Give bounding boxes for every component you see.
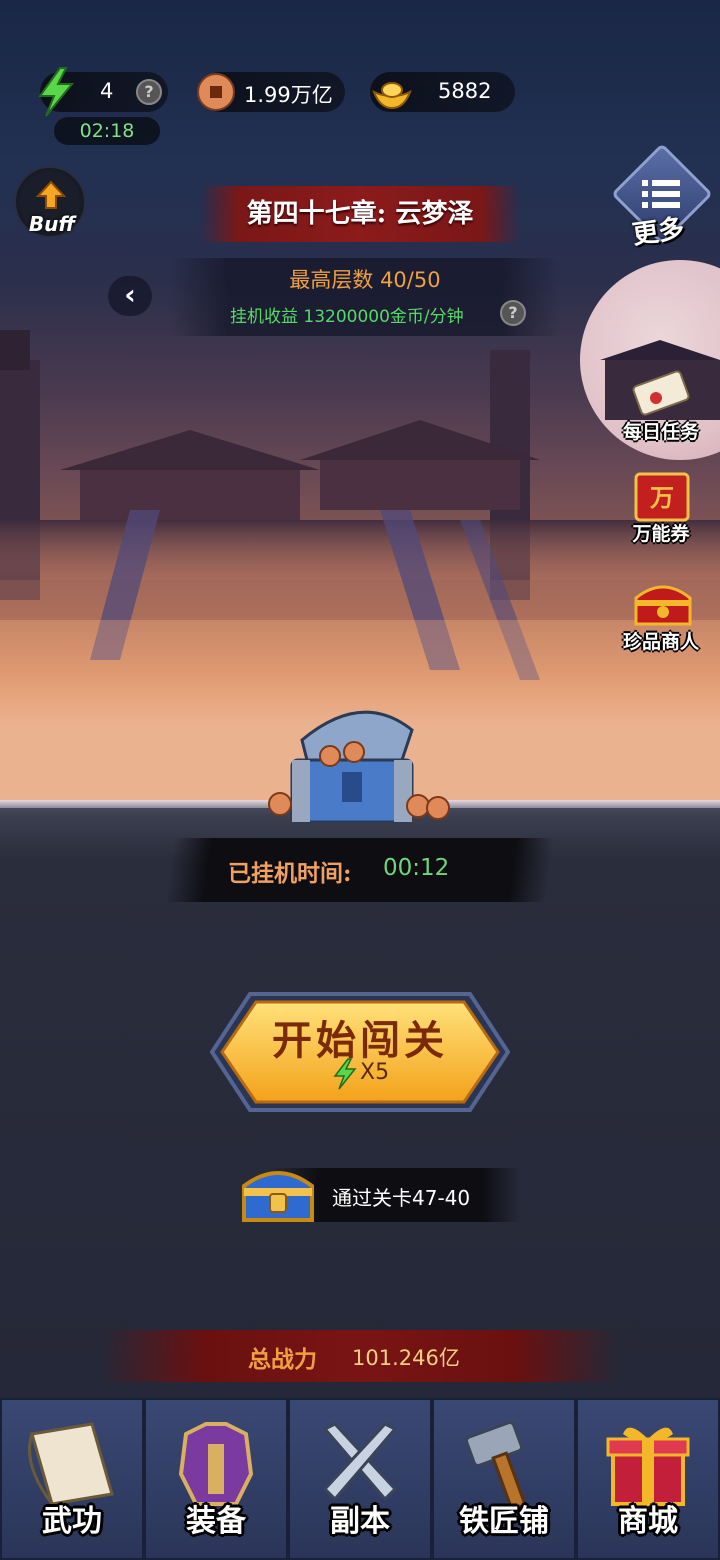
- gold-counter[interactable]: 5882: [370, 72, 515, 112]
- voucher-button[interactable]: 万 万能券: [606, 466, 716, 546]
- nav-label-shop: 商城: [618, 1504, 678, 1539]
- stage-info-panel: 最高层数 40/50 挂机收益 13200000金币/分钟: [170, 258, 560, 336]
- max-floor-text: 最高层数 40/50: [289, 268, 441, 292]
- chapter-title: 第四十七章: 云梦泽: [200, 186, 520, 242]
- energy-help-icon[interactable]: ?: [136, 79, 162, 105]
- lightning-icon: [333, 1058, 357, 1090]
- more-button[interactable]: 更多: [611, 143, 713, 251]
- nav-item-shop[interactable]: 商城: [576, 1398, 720, 1560]
- reward-text: 通过关卡47-40: [332, 1186, 471, 1210]
- arrow-up-icon: [36, 180, 66, 209]
- nav-item-dungeon[interactable]: 副本: [288, 1398, 432, 1560]
- nav-label-martial-arts: 武功: [42, 1504, 102, 1539]
- combat-power-value: 101.246亿: [352, 1346, 460, 1370]
- idle-treasure-chest-icon[interactable]: [262, 700, 462, 830]
- nav-label-dungeon: 副本: [330, 1504, 390, 1539]
- idle-time-banner: [165, 838, 555, 902]
- gold-chest-icon: [242, 1171, 314, 1222]
- nav-item-blacksmith[interactable]: 铁匠铺: [432, 1398, 576, 1560]
- nav-label-blacksmith: 铁匠铺: [459, 1504, 549, 1539]
- voucher-label: 万能券: [632, 523, 690, 545]
- treasure-merchant-label: 珍品商人: [622, 631, 699, 653]
- nav-label-equipment: 装备: [186, 1504, 246, 1539]
- bottom-nav: 武功 装备 副本 铁匠铺 商城: [0, 1398, 720, 1560]
- coin-value: 1.99万亿: [244, 83, 333, 107]
- buff-button[interactable]: Buff: [14, 166, 86, 238]
- nav-item-equipment[interactable]: 装备: [144, 1398, 288, 1560]
- energy-counter[interactable]: 4 ?: [38, 67, 168, 117]
- scroll-icon: [632, 370, 690, 416]
- gold-ingot-icon: [372, 82, 412, 110]
- energy-timer: 02:18: [54, 117, 160, 145]
- daily-tasks-button[interactable]: 每日任务: [606, 364, 716, 444]
- start-challenge-label: 开始闯关: [272, 1017, 448, 1064]
- start-challenge-button[interactable]: 开始闯关 X5: [210, 990, 510, 1114]
- stage-reward[interactable]: 通过关卡47-40: [230, 1160, 520, 1230]
- buff-label: Buff: [28, 212, 76, 236]
- idle-time-label: 已挂机时间:: [228, 860, 352, 887]
- nav-item-martial-arts[interactable]: 武功: [0, 1398, 144, 1560]
- start-cost-value: X5: [360, 1060, 390, 1085]
- svg-text:万: 万: [650, 483, 674, 512]
- idle-time-value: 00:12: [383, 855, 450, 881]
- menu-list-icon: [642, 180, 680, 208]
- treasure-merchant-button[interactable]: 珍品商人: [606, 574, 716, 654]
- daily-tasks-label: 每日任务: [622, 421, 699, 443]
- idle-income-text: 挂机收益 13200000金币/分钟: [230, 307, 464, 327]
- coin-counter[interactable]: 1.99万亿: [197, 72, 345, 112]
- gold-value: 5882: [438, 79, 492, 103]
- income-help-icon[interactable]: ?: [500, 300, 526, 326]
- energy-value: 4: [100, 79, 114, 103]
- lightning-icon: [38, 67, 75, 117]
- combat-power-label: 总战力: [248, 1346, 317, 1373]
- copper-coin-icon: [197, 73, 235, 111]
- treasure-chest-icon: [634, 585, 692, 626]
- voucher-icon: 万: [634, 472, 690, 522]
- chevron-left-icon[interactable]: ‹: [108, 276, 152, 316]
